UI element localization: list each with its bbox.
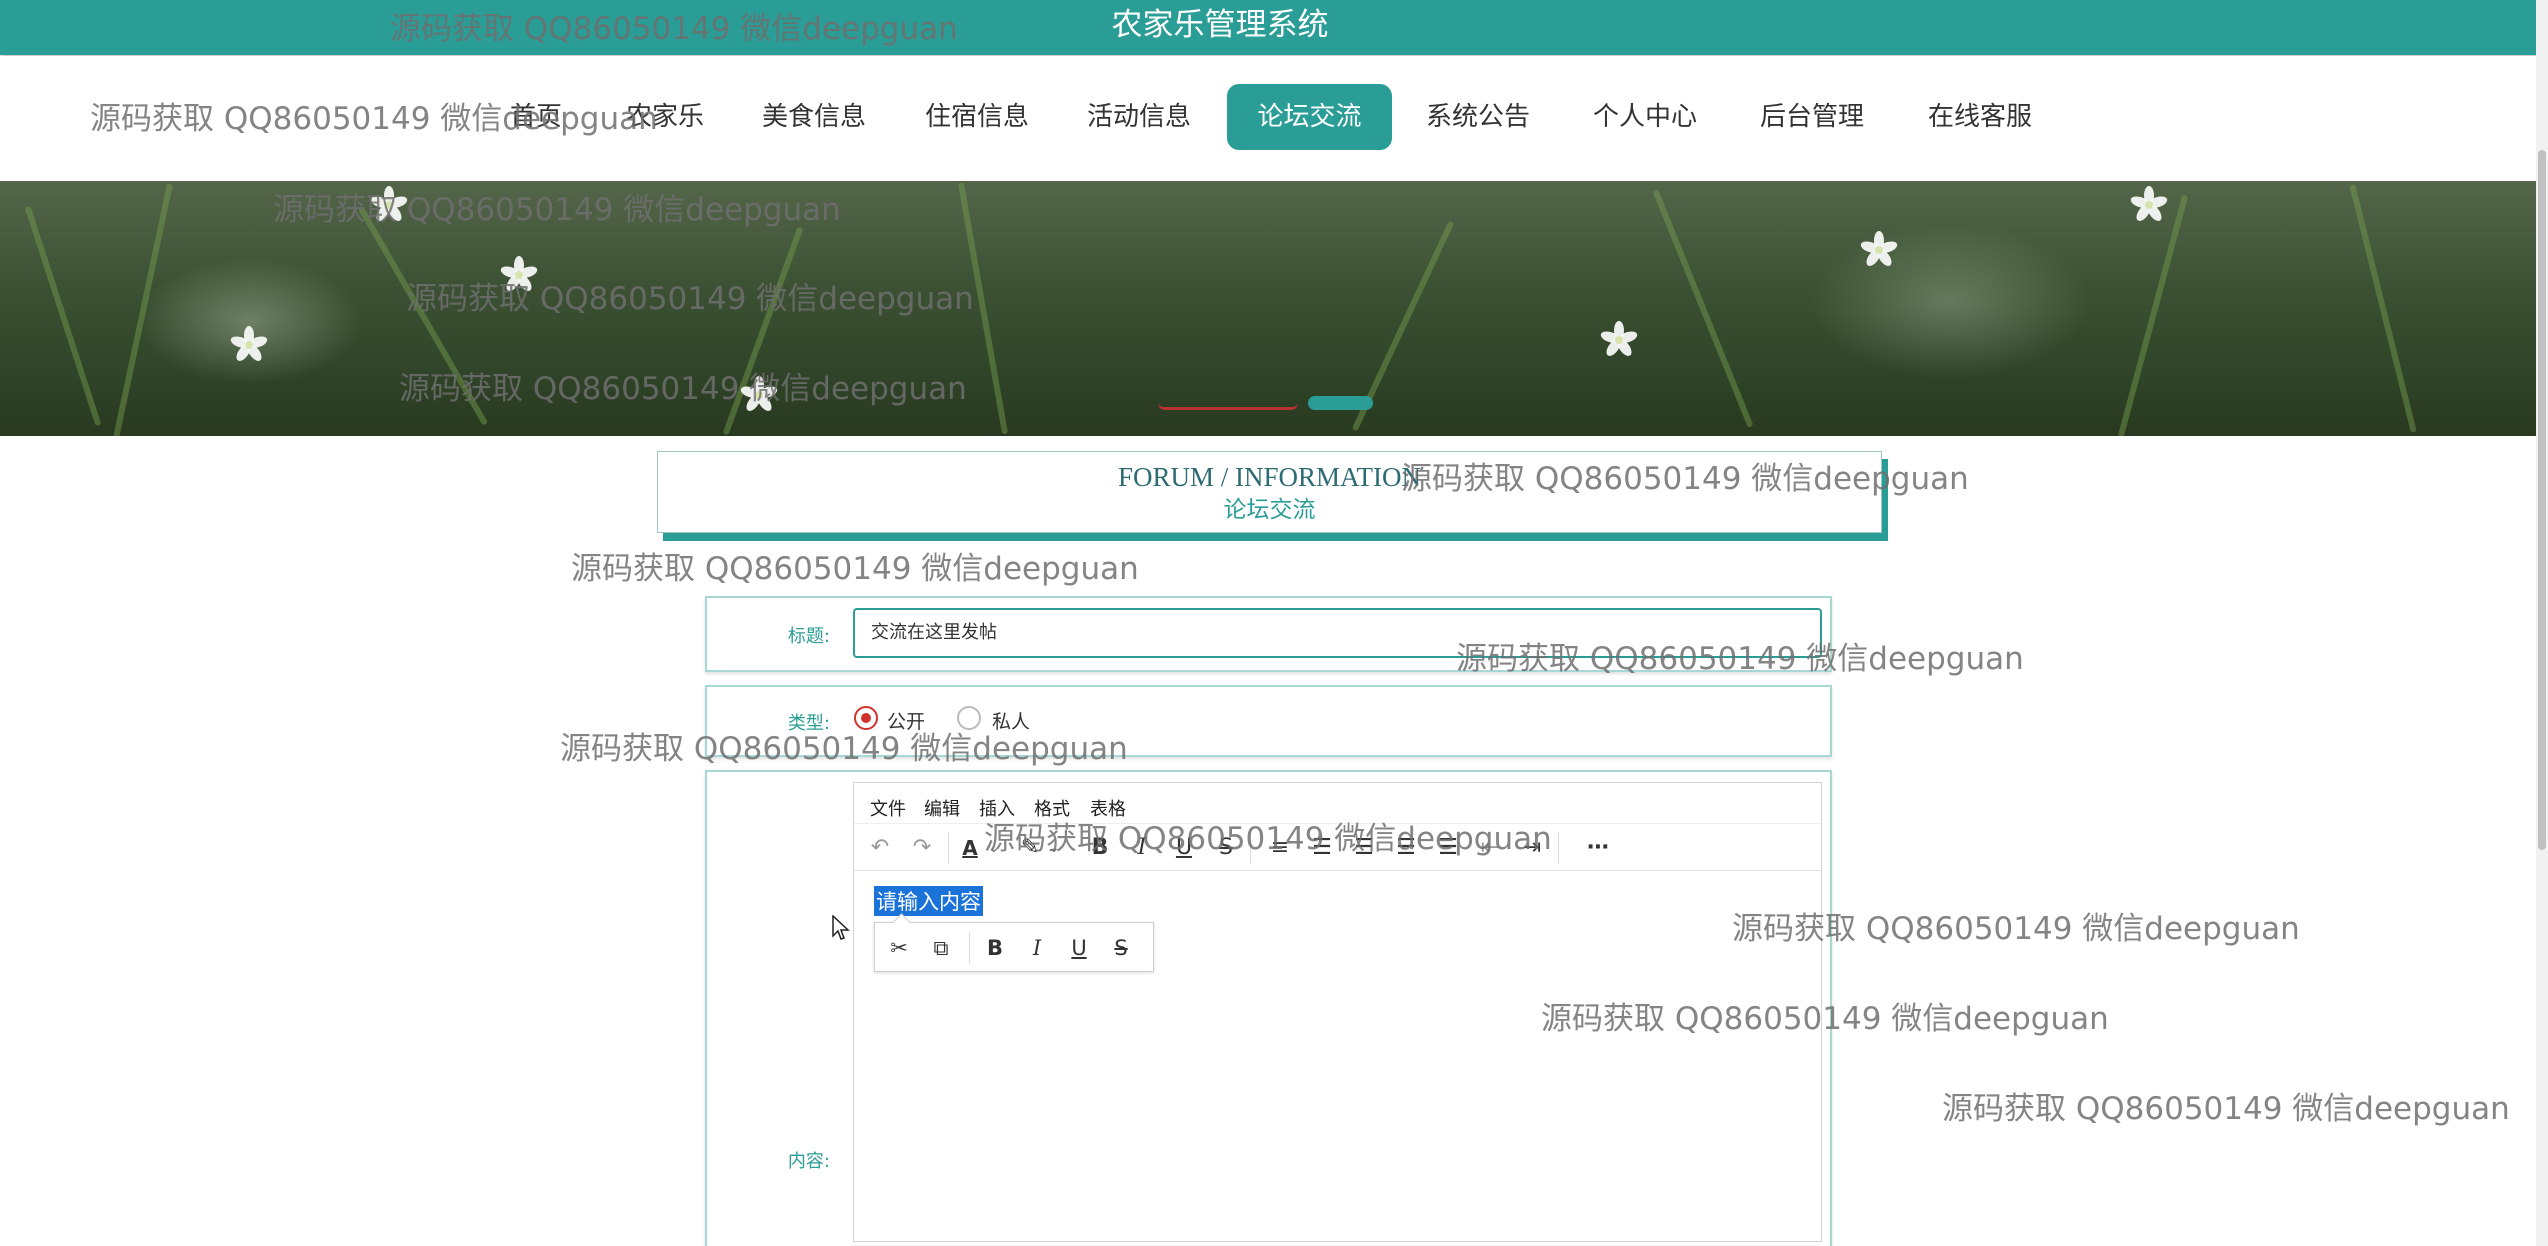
banner-carousel <box>0 181 2536 436</box>
title-row: 标题: 交流在这里发帖 <box>705 596 1832 672</box>
title-input[interactable]: 交流在这里发帖 <box>853 608 1822 658</box>
bold-icon[interactable]: B <box>979 932 1011 964</box>
nav-item-food[interactable]: 美食信息 <box>755 84 873 150</box>
menu-insert[interactable]: 插入 <box>979 795 1015 821</box>
nav-item-profile[interactable]: 个人中心 <box>1586 84 1704 150</box>
undo-icon[interactable]: ↶ <box>864 832 896 864</box>
title-label: 标题: <box>787 626 830 647</box>
redo-icon[interactable]: ↷ <box>906 832 938 864</box>
rich-text-editor: 文件 编辑 插入 格式 表格 ↶ ↷ A ⌄ ✎ ⌄ B I U S ≡ ☰ ☰… <box>853 782 1822 1242</box>
nav-item-forum[interactable]: 论坛交流 <box>1227 84 1392 150</box>
nav-item-admin[interactable]: 后台管理 <box>1753 84 1871 150</box>
chevron-down-icon[interactable]: ⌄ <box>1038 832 1070 864</box>
strikethrough-icon[interactable]: S <box>1105 932 1137 964</box>
radio-public-label[interactable]: 公开 <box>887 707 925 734</box>
nav-item-announcements[interactable]: 系统公告 <box>1419 84 1537 150</box>
carousel-dot[interactable] <box>1308 396 1373 410</box>
align-justify-icon[interactable]: ☰ <box>1432 832 1464 864</box>
content-placeholder: 请输入内容 <box>874 886 983 916</box>
align-center-icon[interactable]: ☰ <box>1348 832 1380 864</box>
italic-icon[interactable]: I <box>1021 932 1053 964</box>
menu-file[interactable]: 文件 <box>870 795 906 821</box>
align-left-icon[interactable]: ☰ <box>1306 832 1338 864</box>
strikethrough-icon[interactable]: S <box>1210 832 1242 864</box>
radio-private[interactable] <box>957 706 981 730</box>
system-title: 农家乐管理系统 <box>1111 7 1329 43</box>
menu-table[interactable]: 表格 <box>1090 795 1126 821</box>
nav-item-activities[interactable]: 活动信息 <box>1080 84 1198 150</box>
watermark: 源码获取 QQ86050149 微信deepguan <box>1942 1091 2510 1127</box>
page-scrollbar[interactable] <box>2536 0 2548 1246</box>
nav-item-support[interactable]: 在线客服 <box>1921 84 2039 150</box>
italic-icon[interactable]: I <box>1126 832 1158 864</box>
editor-toolbar: ↶ ↷ A ⌄ ✎ ⌄ B I U S ≡ ☰ ☰ ☰ ☰ ⇤ ⇥ ⋯ <box>854 823 1821 871</box>
nav-item-lodging[interactable]: 住宿信息 <box>918 84 1036 150</box>
editor-content[interactable]: 请输入内容 ✂ ⧉ B I U S <box>854 872 1821 1242</box>
radio-private-label[interactable]: 私人 <box>992 707 1030 734</box>
bold-icon[interactable]: B <box>1084 832 1116 864</box>
outdent-icon[interactable]: ⇤ <box>1474 832 1506 864</box>
type-row: 类型: 公开 私人 <box>705 685 1832 757</box>
menu-format[interactable]: 格式 <box>1034 795 1070 821</box>
menu-edit[interactable]: 编辑 <box>924 795 960 821</box>
content-row: 内容: 文件 编辑 插入 格式 表格 ↶ ↷ A ⌄ ✎ ⌄ B I U S ≡… <box>705 770 1832 1246</box>
section-heading: FORUM / INFORMATION 论坛交流 <box>657 451 1882 533</box>
main-nav: 首页 农家乐 美食信息 住宿信息 活动信息 论坛交流 系统公告 个人中心 后台管… <box>0 56 2548 181</box>
indent-icon[interactable]: ⇥ <box>1516 832 1548 864</box>
more-icon[interactable]: ⋯ <box>1582 832 1614 864</box>
section-title-en: FORUM / INFORMATION <box>1117 462 1422 492</box>
nav-item-farmhouse[interactable]: 农家乐 <box>620 84 710 150</box>
radio-public[interactable] <box>854 706 878 730</box>
carousel-dot[interactable] <box>1158 396 1298 410</box>
quick-toolbar: ✂ ⧉ B I U S <box>874 922 1154 972</box>
top-bar: 农家乐管理系统 <box>0 0 2548 55</box>
type-label: 类型: <box>787 713 830 734</box>
carousel-indicators <box>1158 396 1378 410</box>
align-right-icon[interactable]: ☰ <box>1390 832 1422 864</box>
watermark: 源码获取 QQ86050149 微信deepguan <box>571 551 1139 587</box>
underline-icon[interactable]: U <box>1168 832 1200 864</box>
nav-item-home[interactable]: 首页 <box>496 84 576 150</box>
underline-icon[interactable]: U <box>1063 932 1095 964</box>
chevron-down-icon[interactable]: ⌄ <box>978 832 1010 864</box>
content-label: 内容: <box>787 1151 830 1172</box>
line-height-icon[interactable]: ≡ <box>1264 832 1296 864</box>
mouse-cursor-icon <box>832 915 850 940</box>
section-title-cn: 论坛交流 <box>1223 497 1316 523</box>
editor-menubar: 文件 编辑 插入 格式 表格 <box>854 783 1821 823</box>
copy-icon[interactable]: ⧉ <box>925 932 957 964</box>
cut-icon[interactable]: ✂ <box>883 932 915 964</box>
scrollbar-thumb[interactable] <box>2538 150 2546 850</box>
